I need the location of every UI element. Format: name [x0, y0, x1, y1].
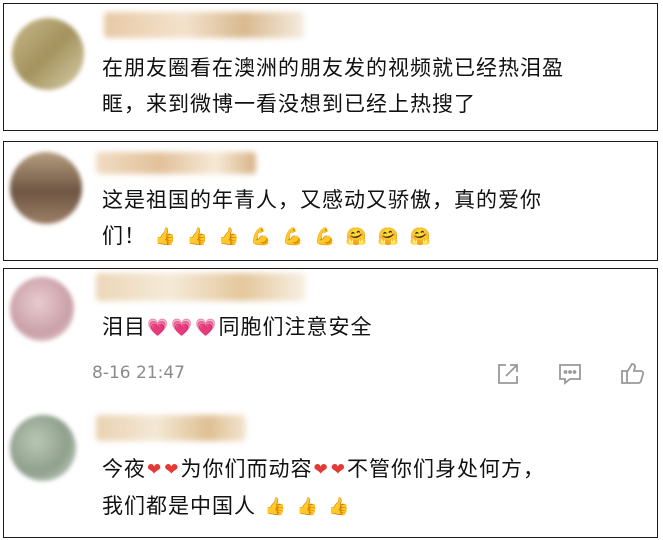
flexed-biceps-emoji: 💪 — [313, 227, 337, 247]
comment-text: 泪目💗 💗 💗同胞们注意安全 — [102, 309, 643, 346]
share-icon[interactable] — [495, 361, 521, 387]
flexed-biceps-emoji: 💪 — [282, 227, 305, 247]
thumbs-up-icon[interactable] — [618, 359, 646, 387]
comment-text: 这是祖国的年青人，又感动又骄傲，真的爱你 们！ 👍 👍 👍 💪 💪 💪 🤗 🤗 … — [102, 182, 643, 255]
pink-heart-emoji: 💗 — [171, 318, 194, 338]
avatar[interactable] — [10, 415, 76, 481]
comment-icon[interactable] — [557, 361, 583, 387]
hug-emoji: 🤗 — [377, 227, 400, 247]
hug-emoji: 🤗 — [409, 227, 432, 247]
flexed-biceps-emoji: 💪 — [250, 227, 273, 247]
username-blurred[interactable] — [96, 415, 246, 441]
avatar[interactable] — [12, 18, 84, 90]
thumbs-up-emoji: 👍 — [186, 227, 209, 247]
avatar[interactable] — [10, 152, 82, 224]
username-blurred[interactable] — [104, 12, 304, 38]
thumbs-up-emoji: 👍 — [218, 227, 241, 247]
username-blurred[interactable] — [96, 273, 306, 301]
pink-heart-emoji: 💗 — [147, 318, 170, 338]
comment-text: 今夜❤ ❤为你们而动容❤ ❤不管你们身处何方， 我们都是中国人 👍 👍 👍 — [102, 451, 643, 525]
thumbs-up-emoji: 👍 — [154, 227, 177, 247]
thumbs-up-emoji: 👍 — [296, 497, 319, 517]
username-blurred[interactable] — [96, 152, 256, 174]
timestamp: 8-16 21:47 — [92, 363, 185, 383]
thumbs-up-emoji: 👍 — [264, 497, 287, 517]
thumbs-up-emoji: 👍 — [328, 497, 351, 517]
hug-emoji: 🤗 — [345, 227, 369, 247]
red-heart-emoji: ❤ — [164, 460, 180, 480]
comment-card-2: 这是祖国的年青人，又感动又骄傲，真的爱你 们！ 👍 👍 👍 💪 💪 💪 🤗 🤗 … — [3, 141, 658, 261]
red-heart-emoji: ❤ — [330, 460, 346, 480]
pink-heart-emoji: 💗 — [195, 318, 218, 338]
red-heart-emoji: ❤ — [147, 460, 163, 480]
comment-text: 在朋友圈看在澳洲的朋友发的视频就已经热泪盈 眶，来到微博一看没想到已经上热搜了 — [102, 56, 564, 116]
avatar[interactable] — [10, 277, 74, 341]
comment-card-1: 在朋友圈看在澳洲的朋友发的视频就已经热泪盈 眶，来到微博一看没想到已经上热搜了 — [3, 3, 658, 131]
red-heart-emoji: ❤ — [313, 460, 329, 480]
comment-card-3: 泪目💗 💗 💗同胞们注意安全 8-16 21:47 今夜❤ ❤为你们而动容❤ ❤不管你们… — [3, 268, 658, 538]
